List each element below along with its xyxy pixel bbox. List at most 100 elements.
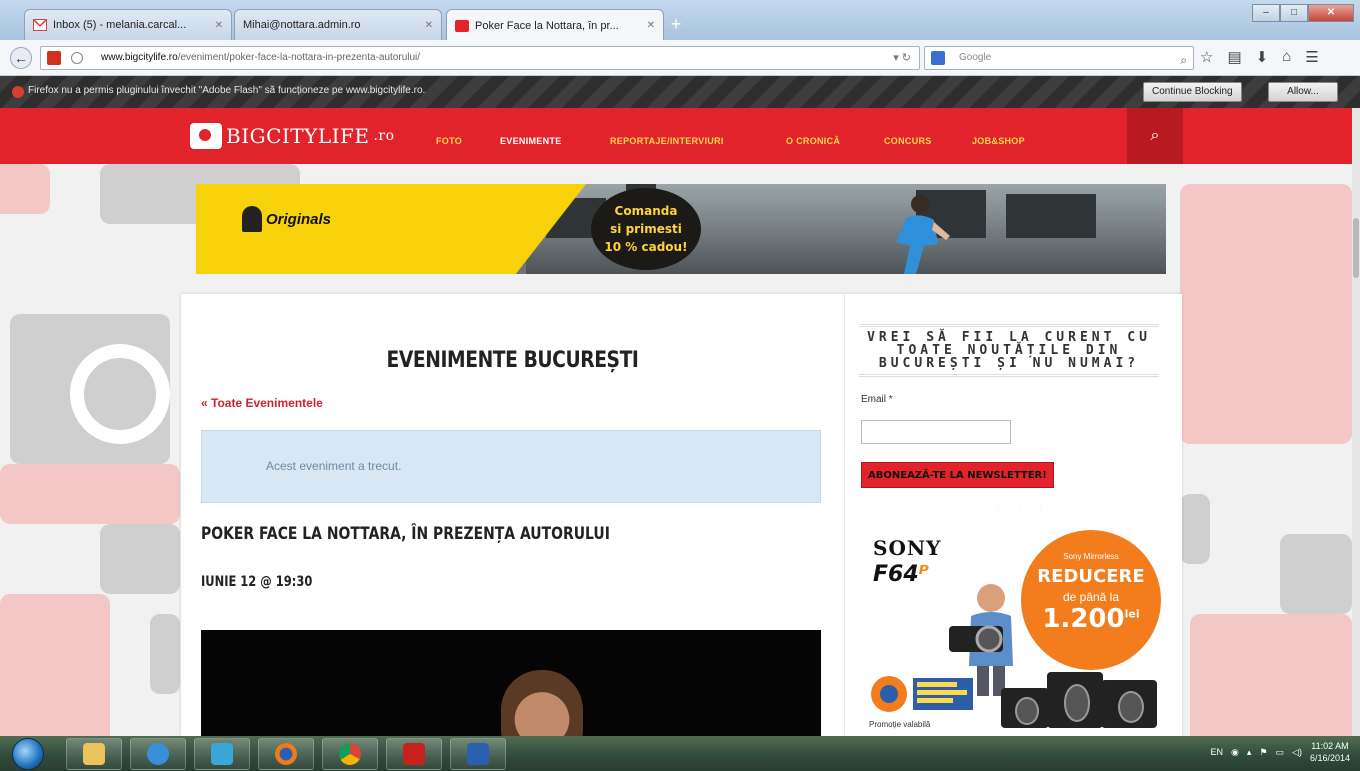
- discount-reduce: REDUCERE: [1037, 566, 1145, 587]
- subscribe-button[interactable]: ABONEAZĂ-TE LA NEWSLETTER!: [861, 462, 1054, 488]
- camera-decoration: [0, 464, 180, 524]
- logo-text: BIGCITYLIFE: [226, 124, 370, 148]
- taskbar-acrobat[interactable]: [386, 738, 442, 770]
- taskbar-media-player[interactable]: [194, 738, 250, 770]
- tab-mail[interactable]: Mihai@nottara.admin.ro ✕: [234, 9, 442, 40]
- folder-icon: [83, 743, 105, 765]
- camera-decoration: [0, 594, 110, 736]
- volume-icon[interactable]: ◁): [1292, 747, 1302, 758]
- menu-item-concurs[interactable]: CONCURS: [884, 136, 932, 146]
- system-tray: EN ◉ ▴ ⚑ ▭ ◁) 11:02 AM 6/16/2014: [1211, 740, 1350, 764]
- taskbar-word[interactable]: [450, 738, 506, 770]
- tab-gmail[interactable]: Inbox (5) - melania.carcal... ✕: [24, 9, 232, 40]
- tab-label: Mihai@nottara.admin.ro: [243, 19, 361, 31]
- discount-upto: de până la: [1062, 590, 1120, 604]
- promo-line: Comanda: [614, 204, 678, 218]
- promo-line: si primesti: [610, 222, 682, 236]
- sistem-logo: [869, 672, 979, 716]
- tab-label: Inbox (5) - melania.carcal...: [53, 19, 187, 31]
- taskbar-firefox[interactable]: [258, 738, 314, 770]
- search-bar[interactable]: Google ⌕: [924, 46, 1194, 70]
- email-field[interactable]: [861, 420, 1011, 444]
- camera-decoration: [150, 614, 180, 694]
- portrait-photo: [501, 670, 583, 736]
- globe-icon: [71, 52, 83, 64]
- google-icon[interactable]: [931, 51, 945, 65]
- scrollbar-thumb[interactable]: [1353, 218, 1359, 278]
- all-events-link[interactable]: « Toate Evenimentele: [201, 396, 323, 410]
- maximize-button[interactable]: □: [1280, 4, 1308, 22]
- f64-logo: F64ᴾ: [873, 562, 929, 587]
- search-icon: ⌕: [1150, 127, 1160, 144]
- flag-icon[interactable]: ⚑: [1259, 747, 1267, 758]
- browser-titlebar: Inbox (5) - melania.carcal... ✕ Mihai@no…: [0, 0, 1360, 41]
- taskbar-ie[interactable]: [130, 738, 186, 770]
- sony-logo: SONY: [873, 536, 942, 560]
- promo-note: Promoție valabilă: [869, 720, 931, 729]
- tab-bigcitylife[interactable]: Poker Face la Nottara, în pr... ✕: [446, 9, 664, 41]
- bookmarks-icon[interactable]: ▤: [1227, 48, 1241, 66]
- camera-decoration: [70, 344, 170, 444]
- help-icon[interactable]: ◉: [1231, 747, 1239, 758]
- show-hidden-icons[interactable]: ▴: [1247, 747, 1252, 758]
- close-window-button[interactable]: ✕: [1308, 4, 1354, 22]
- menu-item-evenimente[interactable]: EVENIMENTE: [500, 136, 562, 146]
- bigcitylife-favicon: [455, 19, 469, 32]
- clock[interactable]: 11:02 AM 6/16/2014: [1310, 740, 1350, 764]
- menu-item-reportaje[interactable]: REPORTAJE/INTERVIURI: [610, 136, 724, 146]
- word-icon: [467, 743, 489, 765]
- browser-navbar: ← www.bigcitylife.ro/eveniment/poker-fac…: [0, 40, 1360, 76]
- clock-time: 11:02 AM: [1311, 741, 1349, 751]
- firefox-icon: [275, 743, 297, 765]
- url-path: /eveniment/poker-face-la-nottara-in-prez…: [177, 52, 421, 63]
- page-title: EVENIMENTE BUCUREȘTI: [386, 348, 639, 373]
- discount-value: 1.200: [1042, 604, 1125, 634]
- gmail-icon: [33, 19, 47, 31]
- cameras-image: [1001, 666, 1161, 736]
- star-icon[interactable]: ☆: [1200, 48, 1213, 66]
- language-indicator[interactable]: EN: [1211, 747, 1224, 757]
- page-scrollbar[interactable]: [1352, 108, 1360, 736]
- search-icon[interactable]: ⌕: [1180, 49, 1187, 71]
- site-identity-icon[interactable]: [47, 51, 61, 65]
- back-button[interactable]: ←: [10, 47, 32, 69]
- reload-icon[interactable]: ▾ ↻: [893, 47, 911, 69]
- toolbar-icons: ☆ ▤ ⬇ ⌂ ☰: [1200, 48, 1319, 66]
- network-icon[interactable]: ▭: [1276, 747, 1285, 758]
- url-bar[interactable]: www.bigcitylife.ro/eveniment/poker-face-…: [40, 46, 920, 70]
- taskbar-explorer[interactable]: [66, 738, 122, 770]
- new-tab-button[interactable]: +: [664, 14, 688, 36]
- site-search-button[interactable]: ⌕: [1127, 108, 1183, 164]
- banner-ad[interactable]: Originals Comanda si primesti 10 % cadou…: [196, 184, 1166, 274]
- start-button[interactable]: [12, 738, 44, 770]
- window-controls: – □ ✕: [1252, 4, 1354, 22]
- event-date: IUNIE 12 @ 19:30: [201, 574, 313, 590]
- menu-item-foto[interactable]: FOTO: [436, 136, 462, 146]
- newsletter-title: VREI SĂ FII LA CURENT CU TOATE NOUTĂȚILE…: [859, 324, 1159, 377]
- notice-text: Acest eveniment a trecut.: [266, 459, 402, 473]
- ad-label: · · · · · · ·: [977, 506, 1045, 513]
- site-logo[interactable]: BIGCITYLIFE .ro: [190, 118, 395, 154]
- camera-decoration: [1180, 494, 1210, 564]
- media-player-icon: [211, 743, 233, 765]
- sony-ad[interactable]: SONY F64ᴾ Sony Mirrorless REDUCERE de pâ…: [861, 526, 1163, 736]
- camera-decoration: [1190, 614, 1352, 736]
- windows-taskbar: EN ◉ ▴ ⚑ ▭ ◁) 11:02 AM 6/16/2014: [0, 736, 1360, 771]
- menu-item-jobshop[interactable]: JOB&SHOP: [972, 136, 1025, 146]
- camera-logo-icon: [190, 123, 222, 149]
- close-icon[interactable]: ✕: [647, 20, 655, 31]
- download-icon[interactable]: ⬇: [1256, 48, 1269, 66]
- home-icon[interactable]: ⌂: [1282, 48, 1291, 66]
- menu-icon[interactable]: ☰: [1305, 48, 1318, 66]
- discount-unit: lei: [1124, 607, 1140, 621]
- site-header: BIGCITYLIFE .ro FOTO EVENIMENTE REPORTAJE…: [0, 108, 1352, 164]
- acrobat-icon: [403, 743, 425, 765]
- continue-blocking-button[interactable]: Continue Blocking: [1143, 82, 1242, 102]
- close-icon[interactable]: ✕: [215, 20, 223, 31]
- minimize-button[interactable]: –: [1252, 4, 1280, 22]
- close-icon[interactable]: ✕: [425, 20, 433, 31]
- allow-button[interactable]: Allow...: [1268, 82, 1338, 102]
- menu-item-cronica[interactable]: O CRONICĂ: [786, 136, 840, 146]
- promo-line: 10 % cadou!: [604, 240, 688, 254]
- taskbar-chrome[interactable]: [322, 738, 378, 770]
